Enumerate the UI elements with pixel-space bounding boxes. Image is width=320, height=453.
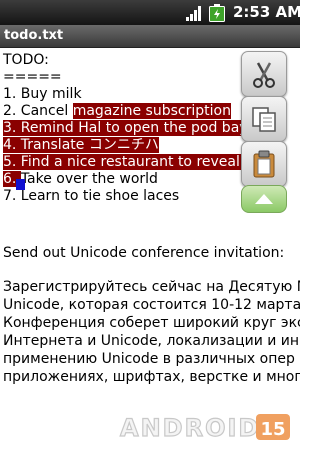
editor-line: Unicode, которая состоится 10-12 марта bbox=[3, 297, 300, 313]
editor-line: 6. Take over the world bbox=[3, 171, 158, 187]
paste-icon bbox=[253, 150, 275, 178]
editor-line: применению Unicode в различных опер bbox=[3, 351, 295, 367]
window-title: todo.txt bbox=[4, 28, 64, 43]
copy-icon bbox=[252, 107, 276, 132]
editor-line: ===== bbox=[3, 69, 62, 85]
editor-line: 1. Buy milk bbox=[3, 86, 82, 102]
selected-text: 3. Remind Hal to open the pod bay d bbox=[3, 120, 261, 136]
editor-line: 5. Find a nice restaurant to reveal o bbox=[3, 153, 253, 171]
status-clock: 2:53 AM bbox=[233, 3, 303, 21]
android-watermark-logo: ANDROID 15 bbox=[119, 413, 290, 443]
cut-icon bbox=[253, 62, 275, 88]
selected-text: magazine subscription bbox=[72, 103, 231, 119]
watermark-badge: 15 bbox=[260, 419, 285, 440]
editor-line: 3. Remind Hal to open the pod bay d bbox=[3, 119, 261, 137]
editor-line: Конференция соберет широкий круг экс bbox=[3, 315, 300, 331]
editor-line: 2. Cancel magazine subscription bbox=[3, 103, 231, 119]
editor-line: 7. Learn to tie shoe laces bbox=[3, 188, 180, 204]
cut-button[interactable] bbox=[241, 51, 287, 97]
scroll-up-button[interactable] bbox=[241, 185, 287, 213]
battery-charging-icon bbox=[209, 4, 225, 22]
watermark-text: ANDROID bbox=[120, 414, 260, 442]
editor-line: Send out Unicode conference invitation: bbox=[3, 245, 285, 261]
editor-line: 4. Translate コンニチハ bbox=[3, 136, 159, 154]
scroll-up-icon bbox=[255, 194, 273, 204]
editor-line: Интернета и Unicode, локализации и ин bbox=[3, 333, 300, 349]
selected-text: 5. Find a nice restaurant to reveal o bbox=[3, 154, 253, 170]
clipboard-toolbar bbox=[241, 51, 287, 221]
text-cursor bbox=[16, 179, 25, 190]
title-bar: todo.txt bbox=[0, 25, 300, 48]
status-bar: 2:53 AM bbox=[0, 0, 303, 25]
paste-button[interactable] bbox=[241, 141, 287, 187]
copy-button[interactable] bbox=[241, 96, 287, 142]
selected-text: 4. Translate コンニチハ bbox=[3, 137, 159, 153]
editor-line: приложениях, шрифтах, верстке и мног bbox=[3, 369, 300, 385]
editor-line: Зарегистрируйтесь сейчас на Десятую М bbox=[3, 279, 300, 295]
signal-icon bbox=[186, 6, 201, 21]
editor-line: TODO: bbox=[3, 52, 49, 68]
